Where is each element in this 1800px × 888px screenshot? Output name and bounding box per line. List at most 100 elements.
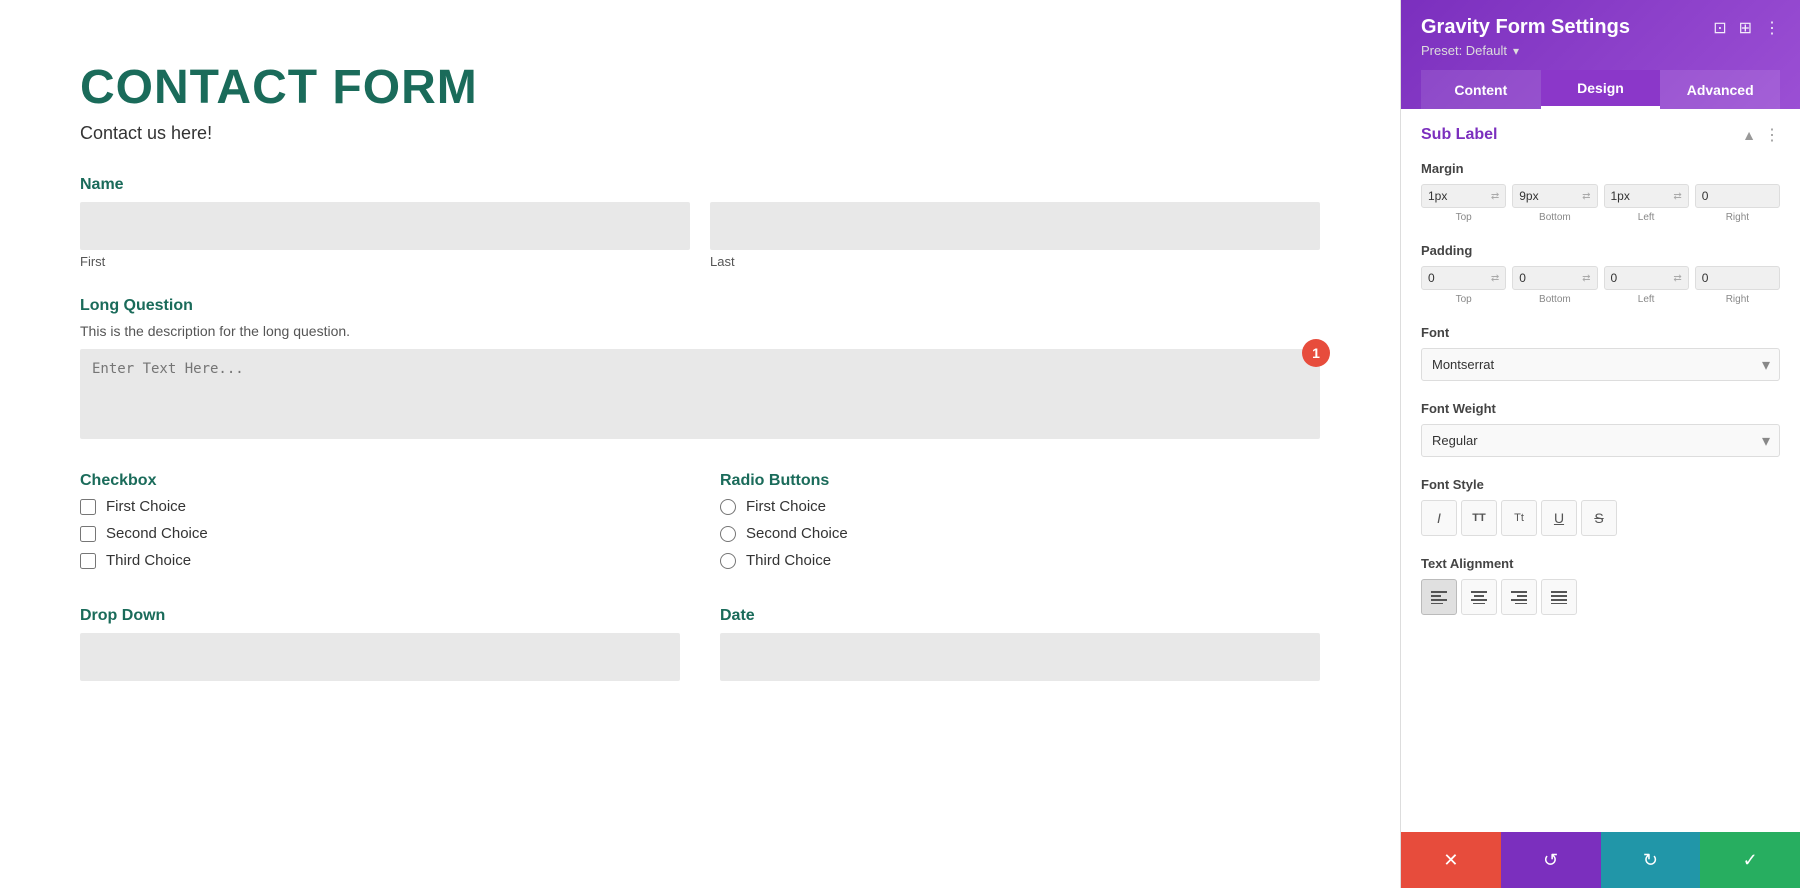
textarea-wrapper: 1	[80, 349, 1320, 444]
padding-side-labels: Top Bottom Left Right	[1421, 294, 1780, 305]
font-style-row: Font Style I TT Tt U S	[1421, 477, 1780, 536]
padding-right-input-wrap	[1695, 266, 1780, 290]
margin-top-input-wrap: ⇄	[1421, 184, 1506, 208]
sublabel-section-header: Sub Label ▲ ⋮	[1421, 125, 1780, 145]
sublabel-section-title: Sub Label	[1421, 126, 1497, 144]
dropdown-col: Drop Down	[80, 607, 680, 681]
margin-top-input[interactable]	[1428, 189, 1487, 203]
tab-design[interactable]: Design	[1541, 70, 1661, 109]
date-input[interactable]	[720, 633, 1320, 681]
capitalize-button[interactable]: Tt	[1501, 500, 1537, 536]
margin-bottom-input[interactable]	[1519, 189, 1578, 203]
section-dots-icon[interactable]: ⋮	[1764, 125, 1780, 145]
first-name-field: First	[80, 202, 690, 269]
margin-right-label: Right	[1695, 212, 1780, 223]
padding-grid: ⇄ ⇄ ⇄	[1421, 266, 1780, 290]
main-content: CONTACT FORM Contact us here! Name First…	[0, 0, 1400, 888]
radio-1[interactable]	[720, 499, 736, 515]
checkbox-label-1: First Choice	[106, 498, 186, 515]
radio-2[interactable]	[720, 526, 736, 542]
first-name-input[interactable]	[80, 202, 690, 250]
radio-item-1: First Choice	[720, 498, 1320, 515]
tab-content[interactable]: Content	[1421, 70, 1541, 109]
panel-title: Gravity Form Settings	[1421, 16, 1630, 39]
panel-tabs: Content Design Advanced	[1421, 70, 1780, 109]
tab-advanced[interactable]: Advanced	[1660, 70, 1780, 109]
panel-icon-square[interactable]: ⊡	[1713, 18, 1726, 38]
align-justify-button[interactable]	[1541, 579, 1577, 615]
font-weight-select-wrap: Regular ▾	[1421, 424, 1780, 457]
padding-top-label: Top	[1421, 294, 1506, 305]
checkbox-label-3: Third Choice	[106, 552, 191, 569]
save-button[interactable]: ✓	[1700, 832, 1800, 888]
long-question-label: Long Question	[80, 297, 1320, 315]
margin-left-input[interactable]	[1611, 189, 1670, 203]
italic-button[interactable]: I	[1421, 500, 1457, 536]
preset-chevron-icon: ▾	[1513, 44, 1519, 58]
margin-right-input-wrap	[1695, 184, 1780, 208]
margin-right-input[interactable]	[1702, 189, 1773, 203]
dropdown-select[interactable]	[80, 633, 680, 681]
radio-item-2: Second Choice	[720, 525, 1320, 542]
padding-top-input[interactable]	[1428, 271, 1487, 285]
margin-left-label: Left	[1604, 212, 1689, 223]
underline-button[interactable]: U	[1541, 500, 1577, 536]
panel-icon-more[interactable]: ⋮	[1764, 18, 1780, 38]
strikethrough-button[interactable]: S	[1581, 500, 1617, 536]
font-weight-label: Font Weight	[1421, 401, 1780, 416]
margin-grid: ⇄ ⇄ ⇄	[1421, 184, 1780, 208]
long-question-textarea[interactable]	[80, 349, 1320, 439]
section-controls: ▲ ⋮	[1742, 125, 1780, 145]
padding-link-left: ⇄	[1673, 273, 1681, 284]
first-sublabel: First	[80, 254, 690, 269]
checkbox-item-2: Second Choice	[80, 525, 680, 542]
section-chevron-icon[interactable]: ▲	[1742, 127, 1756, 143]
radio-label-3: Third Choice	[746, 552, 831, 569]
radio-item-3: Third Choice	[720, 552, 1320, 569]
padding-bottom-input[interactable]	[1519, 271, 1578, 285]
margin-bottom-label: Bottom	[1512, 212, 1597, 223]
checkbox-2[interactable]	[80, 526, 96, 542]
form-title: CONTACT FORM	[80, 60, 1320, 115]
last-name-input[interactable]	[710, 202, 1320, 250]
padding-left-input[interactable]	[1611, 271, 1670, 285]
padding-right-input[interactable]	[1702, 271, 1773, 285]
preset-label: Preset: Default	[1421, 43, 1507, 58]
right-panel: Gravity Form Settings ⊡ ⊞ ⋮ Preset: Defa…	[1400, 0, 1800, 888]
radio-label: Radio Buttons	[720, 472, 1320, 490]
name-row: First Last	[80, 202, 1320, 269]
reset-button[interactable]: ↺	[1501, 832, 1601, 888]
redo-button[interactable]: ↻	[1601, 832, 1701, 888]
cancel-button[interactable]: ✕	[1401, 832, 1501, 888]
font-row: Font Montserrat ▾	[1421, 325, 1780, 381]
uppercase-button[interactable]: TT	[1461, 500, 1497, 536]
padding-link-top: ⇄	[1491, 273, 1499, 284]
name-section: Name First Last	[80, 176, 1320, 269]
margin-row: Margin ⇄ ⇄ ⇄ Top	[1421, 161, 1780, 223]
align-center-button[interactable]	[1461, 579, 1497, 615]
dropdown-date-row: Drop Down Date	[80, 607, 1320, 681]
last-sublabel: Last	[710, 254, 1320, 269]
font-select[interactable]: Montserrat	[1421, 348, 1780, 381]
form-header-section: CONTACT FORM Contact us here!	[80, 60, 1320, 144]
long-question-description: This is the description for the long que…	[80, 323, 1320, 339]
panel-body: Sub Label ▲ ⋮ Margin ⇄ ⇄ ⇄	[1401, 109, 1800, 832]
padding-left-label: Left	[1604, 294, 1689, 305]
font-label: Font	[1421, 325, 1780, 340]
checkbox-item-1: First Choice	[80, 498, 680, 515]
link-icon-top: ⇄	[1491, 191, 1499, 202]
panel-icon-columns[interactable]: ⊞	[1739, 18, 1752, 38]
padding-label: Padding	[1421, 243, 1780, 258]
align-left-button[interactable]	[1421, 579, 1457, 615]
checkbox-label-2: Second Choice	[106, 525, 208, 542]
checkbox-3[interactable]	[80, 553, 96, 569]
margin-bottom-input-wrap: ⇄	[1512, 184, 1597, 208]
font-weight-select[interactable]: Regular	[1421, 424, 1780, 457]
link-icon-bottom: ⇄	[1582, 191, 1590, 202]
last-name-field: Last	[710, 202, 1320, 269]
radio-3[interactable]	[720, 553, 736, 569]
align-right-button[interactable]	[1501, 579, 1537, 615]
checkbox-1[interactable]	[80, 499, 96, 515]
dropdown-label: Drop Down	[80, 607, 680, 625]
form-subtitle: Contact us here!	[80, 123, 1320, 144]
